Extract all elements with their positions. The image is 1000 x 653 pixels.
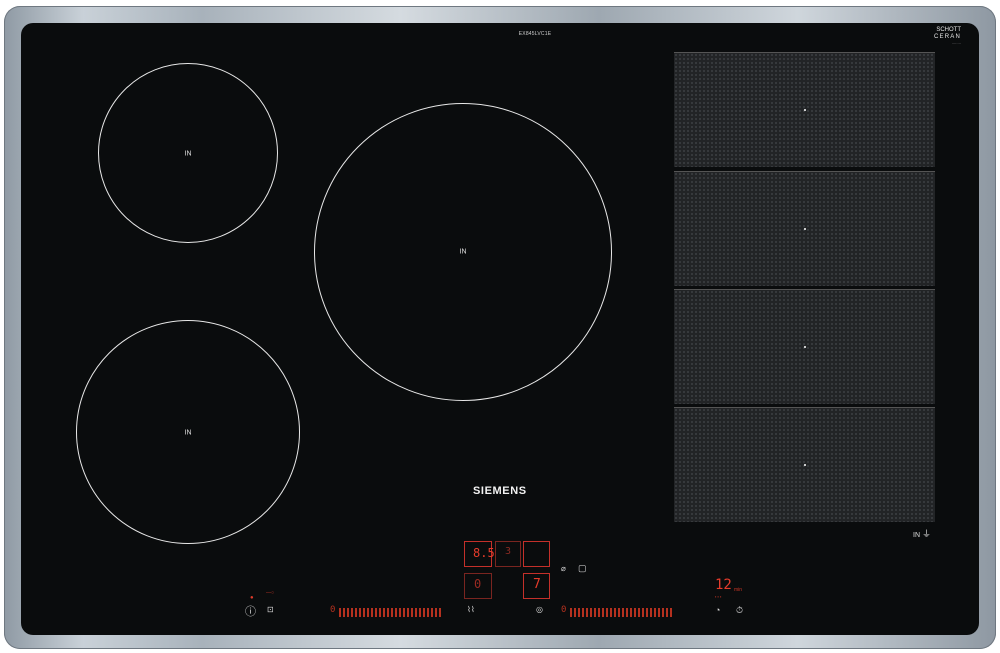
- slider-tick: [347, 607, 349, 617]
- power-slider-right[interactable]: [570, 607, 672, 617]
- zone-label: IN: [459, 248, 467, 256]
- info-icon[interactable]: ⓘ: [245, 603, 256, 619]
- zone-display-left: 0: [474, 577, 482, 591]
- glass-brand-logo: SCHOTT CERAN ········: [933, 27, 961, 46]
- center-dot: [803, 228, 806, 230]
- slider-tick: [419, 607, 421, 617]
- slider-tick: [339, 607, 341, 617]
- timer-sub-indicator: ▪ ▪ ▪: [715, 594, 722, 599]
- pan-detect-icon[interactable]: ⌀: [561, 564, 566, 573]
- slider-tick: [383, 607, 385, 617]
- slider-tick: [618, 607, 620, 617]
- power-slider-left[interactable]: [339, 607, 441, 617]
- zone-display-right: 7: [533, 577, 541, 592]
- slider-tick: [351, 607, 353, 617]
- slider-tick: [403, 607, 405, 617]
- zone-label: IN: [184, 429, 192, 437]
- slider-tick: [650, 607, 652, 617]
- slider-tick: [658, 607, 660, 617]
- slider-tick: [570, 607, 572, 617]
- slider-tick: [427, 607, 429, 617]
- slider-tick: [578, 607, 580, 617]
- zone-square-icon[interactable]: ▢: [578, 563, 587, 574]
- lock-indicator: —○: [266, 590, 275, 596]
- timer-unit: min: [734, 587, 743, 593]
- brand-logo: SIEMENS: [473, 485, 527, 497]
- timer-display: 12: [715, 577, 732, 593]
- slider-tick: [646, 607, 648, 617]
- power-level-display: 8.5: [473, 546, 495, 560]
- center-dot: [803, 464, 806, 466]
- slider-tick: [407, 607, 409, 617]
- slider-tick: [367, 607, 369, 617]
- slider-tick: [654, 607, 656, 617]
- slider-tick: [379, 607, 381, 617]
- slider-tick: [355, 607, 357, 617]
- slider-right-zero: 0: [561, 605, 567, 615]
- timer-minus-icon[interactable]: ◔: [715, 605, 720, 615]
- slider-tick: [375, 607, 377, 617]
- slider-tick: [634, 607, 636, 617]
- slider-tick: [582, 607, 584, 617]
- slider-left-zero: 0: [330, 605, 336, 615]
- slider-tick: [359, 607, 361, 617]
- slider-tick: [395, 607, 397, 617]
- slider-tick: [638, 607, 640, 617]
- glass-ceramic-surface: EX845LVC1E SCHOTT CERAN ········ IN IN I…: [21, 23, 979, 635]
- slider-tick: [606, 607, 608, 617]
- slider-tick: [602, 607, 604, 617]
- zone-label: IN: [184, 150, 192, 158]
- slider-tick: [630, 607, 632, 617]
- slider-tick: [363, 607, 365, 617]
- flex-zone-panel-4[interactable]: [674, 407, 935, 522]
- boost-display-box[interactable]: [523, 541, 550, 567]
- slider-tick: [614, 607, 616, 617]
- slider-tick: [642, 607, 644, 617]
- power-indicator-led: ●: [250, 595, 254, 601]
- slider-tick: [666, 607, 668, 617]
- flex-zone-label: IN ⏚: [913, 529, 931, 539]
- slider-tick: [586, 607, 588, 617]
- child-lock-icon[interactable]: ⊡: [267, 605, 274, 614]
- center-dot: [803, 346, 806, 348]
- timer-clock-icon[interactable]: ⏱: [736, 605, 743, 616]
- slider-tick: [574, 607, 576, 617]
- slider-tick: [415, 607, 417, 617]
- slider-tick: [387, 607, 389, 617]
- slider-tick: [435, 607, 437, 617]
- slider-tick: [662, 607, 664, 617]
- slider-tick: [343, 607, 345, 617]
- power-level-display-2: 3: [505, 546, 512, 557]
- slider-tick: [423, 607, 425, 617]
- slider-tick: [626, 607, 628, 617]
- frying-sensor-icon[interactable]: ◎: [536, 605, 543, 614]
- slider-tick: [411, 607, 413, 617]
- slider-tick: [594, 607, 596, 617]
- center-dot: [803, 109, 806, 111]
- flex-zone-panel-2[interactable]: [674, 171, 935, 286]
- slider-tick: [431, 607, 433, 617]
- slider-tick: [391, 607, 393, 617]
- slider-tick: [598, 607, 600, 617]
- slider-tick: [590, 607, 592, 617]
- flex-zone-panel-3[interactable]: [674, 289, 935, 404]
- slider-tick: [610, 607, 612, 617]
- wipe-protect-icon[interactable]: ⌇⌇: [467, 605, 475, 614]
- slider-tick: [622, 607, 624, 617]
- slider-tick: [371, 607, 373, 617]
- slider-tick: [670, 607, 672, 617]
- slider-tick: [399, 607, 401, 617]
- model-number: EX845LVC1E: [518, 31, 552, 37]
- flex-zone-panel-1[interactable]: [674, 52, 935, 167]
- slider-tick: [439, 607, 441, 617]
